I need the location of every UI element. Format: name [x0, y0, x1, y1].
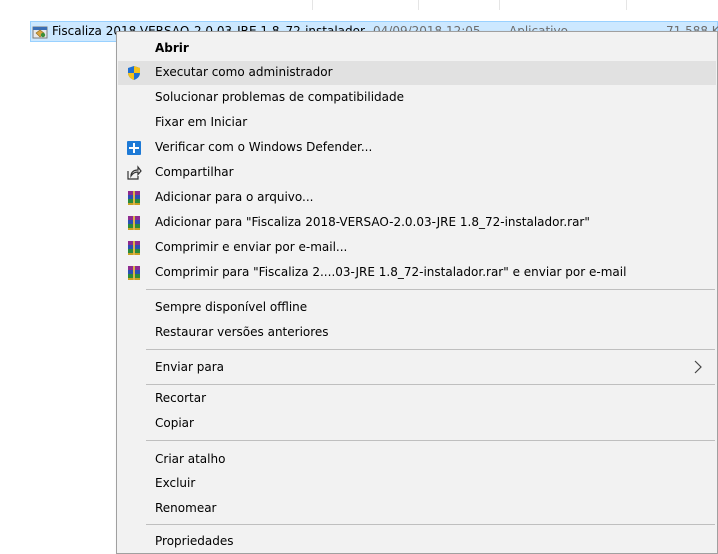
- column-divider[interactable]: [312, 0, 313, 10]
- menu-item-create-shortcut[interactable]: Criar atalho: [118, 448, 716, 472]
- menu-item-label: Restaurar versões anteriores: [155, 325, 329, 339]
- menu-item-share[interactable]: Compartilhar: [118, 161, 716, 185]
- menu-separator: [146, 349, 715, 350]
- uac-shield-icon: [126, 65, 142, 81]
- menu-item-defender[interactable]: Verificar com o Windows Defender...: [118, 136, 716, 160]
- menu-item-delete[interactable]: Excluir: [118, 472, 716, 496]
- menu-item-cut[interactable]: Recortar: [118, 387, 716, 411]
- windows-defender-icon: [126, 140, 142, 156]
- winrar-icon: [126, 265, 142, 281]
- menu-item-label: Adicionar para o arquivo...: [155, 190, 314, 204]
- context-menu: Abrir Executar como administrador Soluci…: [116, 31, 718, 554]
- menu-item-label: Comprimir e enviar por e-mail...: [155, 240, 348, 254]
- menu-item-label: Recortar: [155, 391, 207, 405]
- menu-item-restore-versions[interactable]: Restaurar versões anteriores: [118, 321, 716, 345]
- menu-item-open[interactable]: Abrir: [118, 37, 716, 61]
- menu-item-label: Renomear: [155, 501, 217, 515]
- menu-item-label: Comprimir para "Fiscaliza 2....03-JRE 1.…: [155, 265, 627, 279]
- installer-app-icon: [32, 24, 48, 40]
- menu-item-send-to[interactable]: Enviar para: [118, 356, 716, 380]
- menu-item-always-offline[interactable]: Sempre disponível offline: [118, 296, 716, 320]
- share-icon: [126, 165, 142, 181]
- winrar-icon: [126, 215, 142, 231]
- menu-item-label: Enviar para: [155, 360, 224, 374]
- menu-item-add-archive[interactable]: Adicionar para o arquivo...: [118, 186, 716, 210]
- menu-item-label: Compartilhar: [155, 165, 234, 179]
- menu-separator: [146, 440, 715, 441]
- menu-item-label: Executar como administrador: [155, 65, 333, 79]
- menu-item-label: Abrir: [155, 41, 189, 55]
- column-divider[interactable]: [499, 0, 500, 10]
- column-divider[interactable]: [626, 0, 627, 10]
- chevron-right-icon: [694, 360, 702, 374]
- menu-item-label: Propriedades: [155, 534, 234, 548]
- winrar-icon: [126, 190, 142, 206]
- menu-separator: [146, 384, 715, 385]
- menu-item-label: Fixar em Iniciar: [155, 115, 248, 129]
- menu-item-label: Solucionar problemas de compatibilidade: [155, 90, 404, 104]
- menu-item-compress-email[interactable]: Comprimir e enviar por e-mail...: [118, 236, 716, 260]
- menu-item-label: Criar atalho: [155, 452, 226, 466]
- menu-item-label: Copiar: [155, 416, 194, 430]
- winrar-icon: [126, 240, 142, 256]
- menu-item-label: Sempre disponível offline: [155, 300, 308, 314]
- menu-item-pin-start[interactable]: Fixar em Iniciar: [118, 111, 716, 135]
- menu-item-label: Verificar com o Windows Defender...: [155, 140, 373, 154]
- menu-separator: [146, 524, 715, 525]
- menu-separator: [146, 289, 715, 290]
- menu-item-compress-rar-email[interactable]: Comprimir para "Fiscaliza 2....03-JRE 1.…: [118, 261, 716, 285]
- menu-item-rename[interactable]: Renomear: [118, 497, 716, 521]
- menu-item-add-rar[interactable]: Adicionar para "Fiscaliza 2018-VERSAO-2.…: [118, 211, 716, 235]
- menu-item-copy[interactable]: Copiar: [118, 412, 716, 436]
- menu-item-properties[interactable]: Propriedades: [118, 530, 716, 554]
- menu-item-label: Adicionar para "Fiscaliza 2018-VERSAO-2.…: [155, 215, 590, 229]
- column-divider[interactable]: [418, 0, 419, 10]
- menu-item-troubleshoot[interactable]: Solucionar problemas de compatibilidade: [118, 86, 716, 110]
- menu-item-label: Excluir: [155, 476, 196, 490]
- menu-item-run-as-admin[interactable]: Executar como administrador: [118, 61, 716, 85]
